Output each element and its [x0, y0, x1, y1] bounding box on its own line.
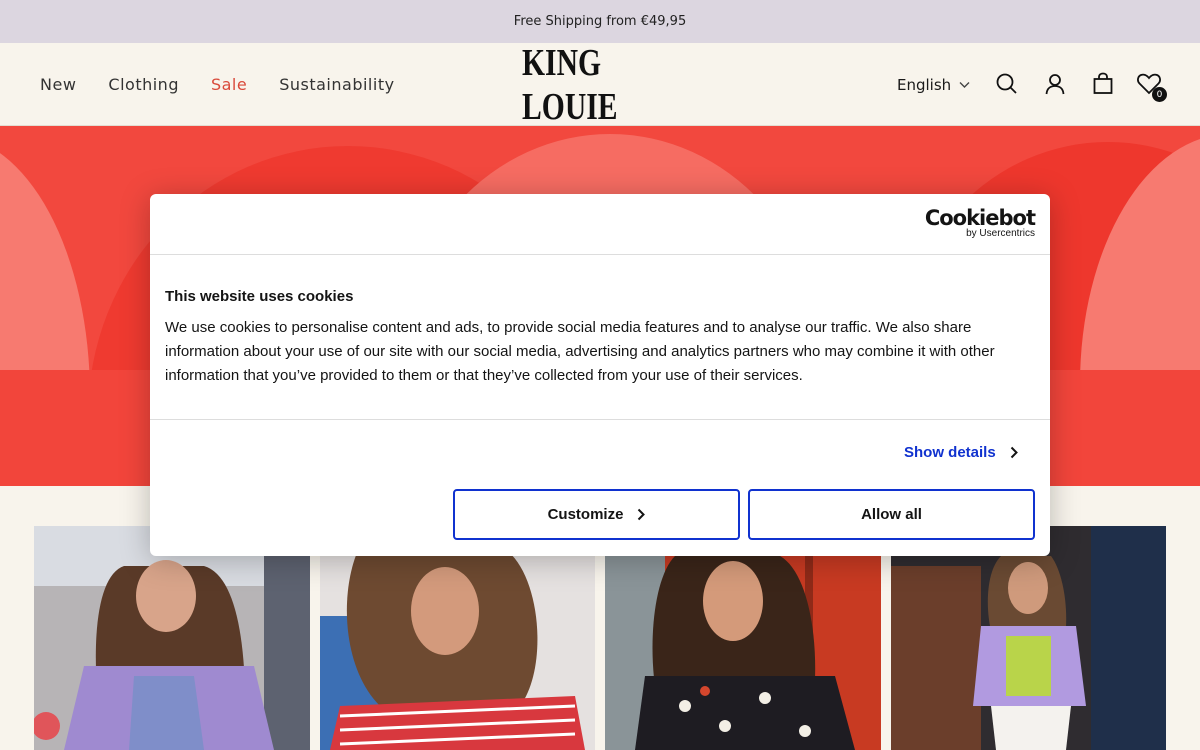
main-nav: New Clothing Sale Sustainability [40, 43, 395, 126]
allow-all-label: Allow all [861, 506, 922, 523]
wishlist-count-badge: 0 [1152, 87, 1167, 102]
bag-icon[interactable] [1090, 71, 1116, 97]
cookiebot-wordmark: Cookiebot [924, 206, 1036, 230]
language-label: English [897, 75, 952, 94]
product-image[interactable] [320, 526, 595, 750]
nav-sale[interactable]: Sale [211, 75, 247, 94]
cookie-dialog-title: This website uses cookies [165, 288, 354, 305]
chevron-right-icon [1010, 446, 1018, 459]
allow-all-button[interactable]: Allow all [748, 489, 1035, 540]
divider [150, 419, 1050, 420]
product-image[interactable] [34, 526, 310, 750]
language-selector[interactable]: English [897, 43, 970, 126]
account-icon[interactable] [1042, 71, 1068, 97]
show-details-label: Show details [904, 444, 996, 461]
cookie-dialog-header: Cookiebot by Usercentrics [150, 194, 1050, 255]
nav-clothing[interactable]: Clothing [108, 75, 179, 94]
site-header: New Clothing Sale Sustainability KING LO… [0, 42, 1200, 128]
customize-button[interactable]: Customize [453, 489, 740, 540]
brand-logo[interactable]: KING LOUIE [522, 42, 678, 128]
search-icon[interactable] [994, 71, 1020, 97]
nav-new[interactable]: New [40, 75, 76, 94]
chevron-down-icon [959, 81, 970, 88]
cookie-consent-dialog: Cookiebot by Usercentrics This website u… [150, 194, 1050, 556]
product-image[interactable] [891, 526, 1166, 750]
nav-sustainability[interactable]: Sustainability [279, 75, 394, 94]
customize-label: Customize [547, 506, 624, 523]
cookie-dialog-text: We use cookies to personalise content an… [165, 319, 995, 384]
cookiebot-logo: Cookiebot by Usercentrics [924, 206, 1036, 240]
announcement-bar: Free Shipping from €49,95 [0, 0, 1200, 43]
chevron-right-icon [638, 508, 646, 521]
free-shipping-text: Free Shipping from €49,95 [513, 14, 687, 29]
show-details-link[interactable]: Show details [904, 444, 1018, 461]
product-image[interactable] [605, 526, 881, 750]
